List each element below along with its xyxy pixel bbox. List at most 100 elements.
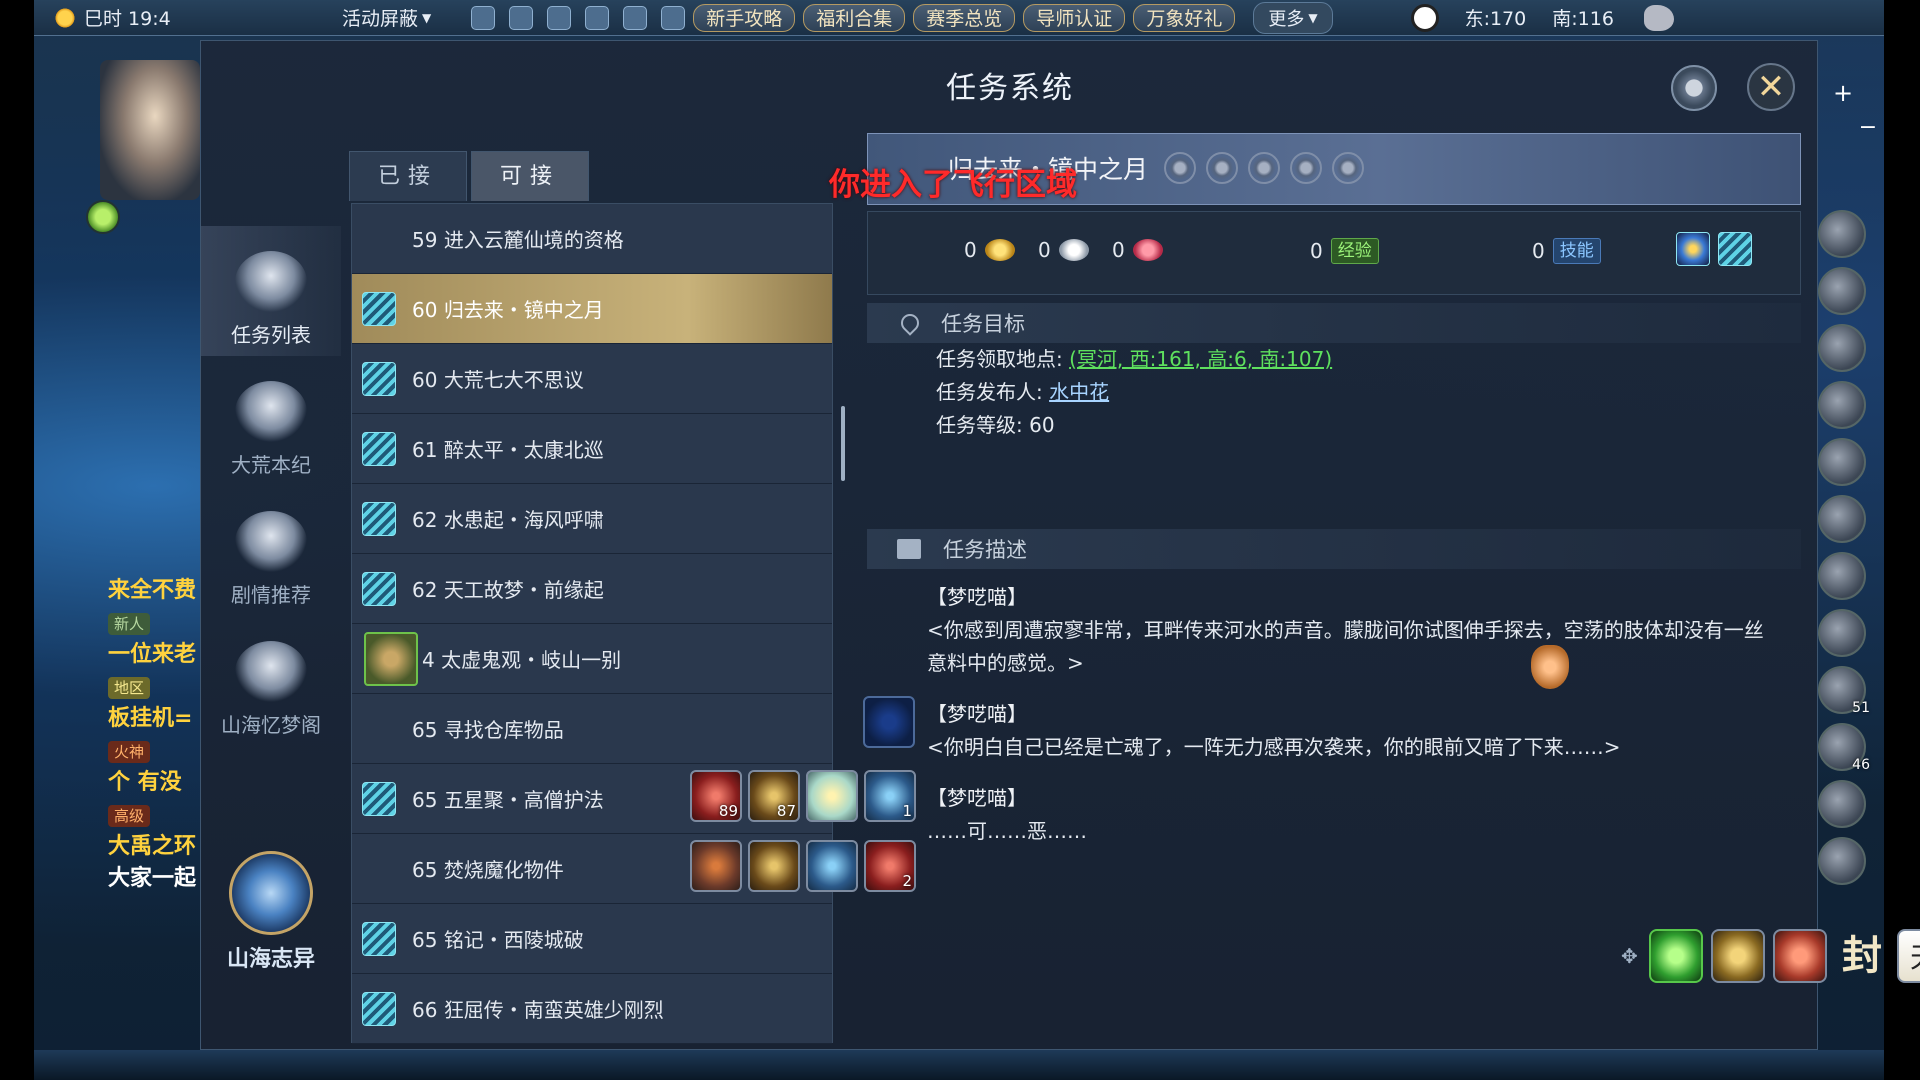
nav-label: 山海忆梦阁 (221, 713, 321, 737)
quest-row[interactable]: 65 焚烧魔化物件 2 (352, 834, 916, 904)
book-icon[interactable] (1818, 381, 1866, 429)
reward-value: 0 (1112, 238, 1125, 262)
desc-section-header: 任务描述 (867, 529, 1801, 569)
reward-item-icon[interactable]: 2 (864, 840, 916, 892)
bottom-edge (34, 1050, 1884, 1080)
quest-row[interactable]: 59 进入云麓仙境的资格 (352, 204, 832, 274)
difficulty-stars (1164, 152, 1364, 184)
nav-item-story-recommend[interactable]: 剧情推荐 (201, 486, 341, 616)
quest-row[interactable]: 62 水患起・海风呼啸 (352, 484, 832, 554)
more-dropdown[interactable]: 更多 ▼ (1253, 1, 1333, 34)
camera-icon[interactable] (509, 5, 534, 30)
star-icon (1164, 152, 1196, 184)
quest-row[interactable]: 65 铭记・西陵城破 (352, 904, 832, 974)
quest-label: 65 铭记・西陵城破 (412, 928, 584, 952)
location-link[interactable]: (冥河, 西:161, 高:6, 南:107) (1069, 347, 1332, 371)
refresh-icon[interactable] (585, 5, 610, 30)
ghost-icon[interactable] (1818, 780, 1866, 828)
character-portrait-icon[interactable] (1818, 210, 1866, 258)
reward-item-icon[interactable] (748, 840, 800, 892)
seal-icon[interactable]: 封 (1835, 929, 1889, 983)
companion-icon[interactable] (1818, 495, 1866, 543)
sun-icon (54, 6, 76, 29)
quest-label: 4 太虚鬼观・岐山一别 (422, 648, 622, 672)
quest-row[interactable]: 61 醉太平・太康北巡 (352, 414, 832, 484)
nav-item-pavilion[interactable]: 山海忆梦阁 (201, 616, 341, 746)
wing-icon[interactable] (1643, 4, 1674, 31)
chat-panel[interactable]: 来全不费 新人 一位来老 地区 板挂机= 火神 个 有没 高级 大禹之环 大家一… (108, 575, 203, 895)
spirit-icon[interactable] (1818, 837, 1866, 885)
chat-line: 板挂机= (108, 706, 193, 731)
shop-icon[interactable] (1818, 609, 1866, 657)
quest-reward-items: 2 (690, 840, 916, 892)
reward-item-icon[interactable] (806, 840, 858, 892)
reward-item-icon[interactable]: 1 (864, 770, 916, 822)
monster-icon[interactable]: 46 (1818, 723, 1870, 773)
shield-icon[interactable] (547, 5, 572, 30)
quest-row-selected[interactable]: 60 归去来・镜中之月 (352, 274, 832, 344)
skill-slot-icon[interactable] (863, 696, 915, 748)
nav-item-chronicle[interactable]: 大荒本纪 (201, 356, 341, 486)
close-icon[interactable]: ✕ (1747, 63, 1795, 111)
field-label: 任务发布人: (936, 380, 1043, 404)
mentor-button[interactable]: 导师认证 (1023, 3, 1126, 32)
quest-list-scrollbar[interactable] (841, 406, 845, 481)
quest-row[interactable]: 4 太虚鬼观・岐山一别 (352, 624, 832, 694)
tab-accepted[interactable]: 已接 (349, 151, 467, 201)
quest-type-icon (362, 361, 396, 396)
reward-item-icon[interactable] (1718, 232, 1752, 266)
heaven-scroll-icon[interactable]: 天 (1897, 929, 1920, 983)
pavilion-icon (235, 641, 307, 703)
quest-row[interactable]: 60 大荒七大不思议 (352, 344, 832, 414)
phone-icon[interactable] (1649, 929, 1703, 983)
fox-icon[interactable]: 51 (1818, 666, 1870, 716)
gift-button[interactable]: 万象好礼 (1133, 3, 1236, 32)
reward-item-icon[interactable]: 87 (748, 770, 800, 822)
season-overview-button[interactable]: 赛季总览 (913, 3, 1016, 32)
gear-icon[interactable] (1671, 65, 1717, 111)
npc-link[interactable]: 水中花 (1049, 380, 1109, 404)
armor-icon[interactable] (1818, 267, 1866, 315)
nav-item-quest-list[interactable]: 任务列表 (201, 226, 341, 356)
exp-tag: 经验 (1330, 238, 1379, 264)
reward-item-icon[interactable]: 89 (690, 770, 742, 822)
tab-available[interactable]: 可接 (471, 151, 589, 201)
nav-item-shanhai[interactable]: 山海志异 (201, 851, 341, 973)
letterbox-left (0, 0, 34, 1080)
section-title: 任务描述 (943, 538, 1027, 562)
beginner-guide-button[interactable]: 新手攻略 (693, 3, 796, 32)
more-label: 更多 (1268, 8, 1305, 30)
compass-icon[interactable] (1711, 929, 1765, 983)
yin-yang-icon[interactable] (1818, 438, 1866, 486)
game-time-text: 巳时 19:4 (84, 8, 171, 30)
chat-bubble-icon[interactable] (661, 5, 686, 30)
quest-row[interactable]: 65 寻找仓库物品 (352, 694, 832, 764)
quest-row[interactable]: 66 狂屈传・南蛮英雄少刚烈 (352, 974, 832, 1044)
reward-silver: 0 (1038, 238, 1089, 262)
scroll-icon[interactable] (1818, 552, 1866, 600)
panda-icon[interactable] (1410, 3, 1439, 32)
activity-block-dropdown[interactable]: 活动屏蔽 ▼ (342, 4, 431, 31)
mail-icon[interactable] (471, 5, 496, 30)
reward-item-icon[interactable] (690, 840, 742, 892)
quest-row[interactable]: 65 五星聚・高僧护法 89 87 1 (352, 764, 916, 834)
letterbox-right (1884, 0, 1920, 1080)
zoom-out-icon[interactable]: − (1858, 117, 1878, 139)
quest-rewards: 0 0 0 0 经验 0 技能 (867, 211, 1801, 295)
move-handle-icon[interactable]: ✥ (1621, 946, 1641, 966)
quest-row[interactable]: 62 天工故梦・前缘起 (352, 554, 832, 624)
player-avatar[interactable] (100, 60, 200, 200)
gamepad-icon[interactable] (623, 5, 648, 30)
reward-item-icon[interactable] (1676, 232, 1710, 266)
reward-value: 0 (1310, 239, 1323, 263)
pet-icon[interactable] (1818, 324, 1866, 372)
no-icon (362, 222, 396, 256)
status-orb-icon[interactable] (86, 200, 120, 234)
talisman-icon[interactable] (1773, 929, 1827, 983)
welfare-button[interactable]: 福利合集 (803, 3, 906, 32)
quest-label: 60 归去来・镜中之月 (412, 298, 604, 322)
story-recommend-icon (235, 511, 307, 573)
reward-item-icon[interactable] (806, 770, 858, 822)
quest-label: 62 天工故梦・前缘起 (412, 578, 604, 602)
zoom-in-icon[interactable]: + (1830, 80, 1856, 106)
